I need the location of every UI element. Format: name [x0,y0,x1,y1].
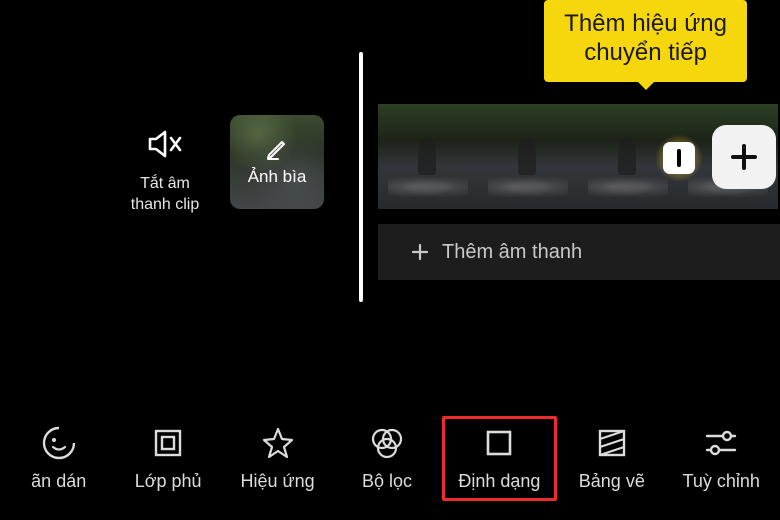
tool-sticker[interactable]: ãn dán [4,419,113,498]
tool-label: Bảng vẽ [579,471,645,492]
speaker-mute-icon [146,127,184,161]
add-audio-label: Thêm âm thanh [442,241,582,264]
transition-tooltip: Thêm hiệu ứng chuyển tiếp [544,0,747,82]
tool-filter[interactable]: Bộ lọc [332,419,441,498]
mute-clip-label: Tắt âm thanh clip [120,174,210,216]
tool-format[interactable]: Định dạng [442,416,557,501]
canvas-icon [596,425,628,461]
tool-effect[interactable]: Hiệu ứng [223,419,332,498]
transition-button[interactable] [663,142,695,174]
tool-label: Tuỳ chỉnh [683,471,760,492]
pencil-icon [265,137,289,161]
plus-icon [410,242,430,262]
playhead[interactable] [359,52,363,302]
tool-label: Hiệu ứng [241,471,315,492]
tooltip-line2: chuyển tiếp [564,39,727,68]
tool-label: Lớp phủ [135,471,202,492]
filter-icon [368,425,406,461]
clip-frame[interactable] [378,104,478,209]
cover-thumbnail-button[interactable]: Ảnh bìa [230,115,324,209]
mute-clip-button[interactable]: Tắt âm thanh clip [120,127,210,216]
tooltip-line1: Thêm hiệu ứng [564,10,727,39]
clip-frame[interactable] [478,104,578,209]
tool-overlay[interactable]: Lớp phủ [113,419,222,498]
overlay-icon [151,425,185,461]
bottom-toolbar: ãn dán Lớp phủ Hiệu ứng Bộ lọc [0,412,780,504]
tool-label: Bộ lọc [362,471,412,492]
tool-label: Định dạng [458,471,540,492]
sliders-icon [703,425,739,461]
tool-canvas[interactable]: Bảng vẽ [557,419,666,498]
add-audio-track[interactable]: Thêm âm thanh [378,224,780,280]
star-icon [260,425,296,461]
tool-adjust[interactable]: Tuỳ chỉnh [667,419,776,498]
plus-icon [727,140,761,174]
sticker-icon [41,425,77,461]
format-icon [484,425,514,461]
cover-label: Ảnh bìa [248,167,307,187]
tool-label: ãn dán [31,471,86,492]
add-clip-button[interactable] [712,125,776,189]
timeline-area: Tắt âm thanh clip Ảnh bìa Thêm âm [0,52,780,302]
